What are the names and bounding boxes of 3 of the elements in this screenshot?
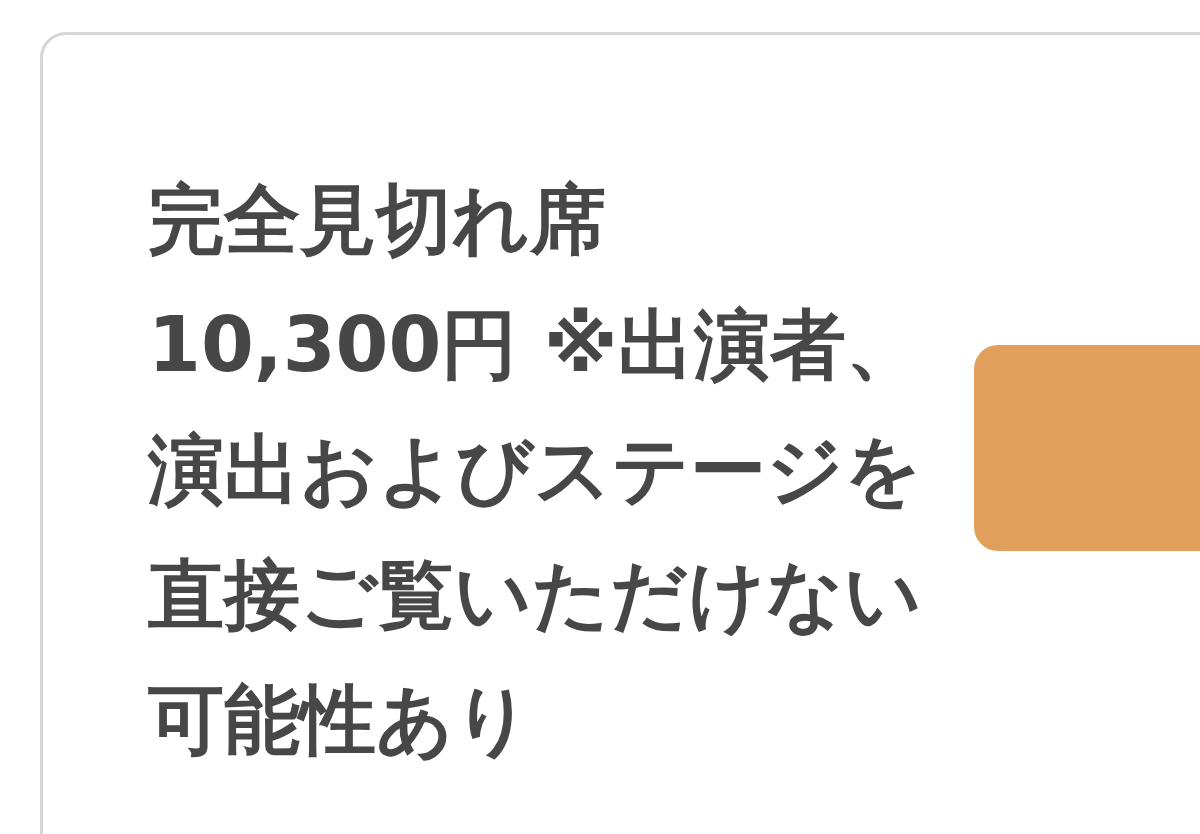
seat-description: 10,300円 ※出演者、演出およびステージを直接ご覧いただけない可能性あり [148,299,923,766]
select-button[interactable] [974,345,1200,551]
seat-name: 完全見切れ席 [148,174,607,266]
